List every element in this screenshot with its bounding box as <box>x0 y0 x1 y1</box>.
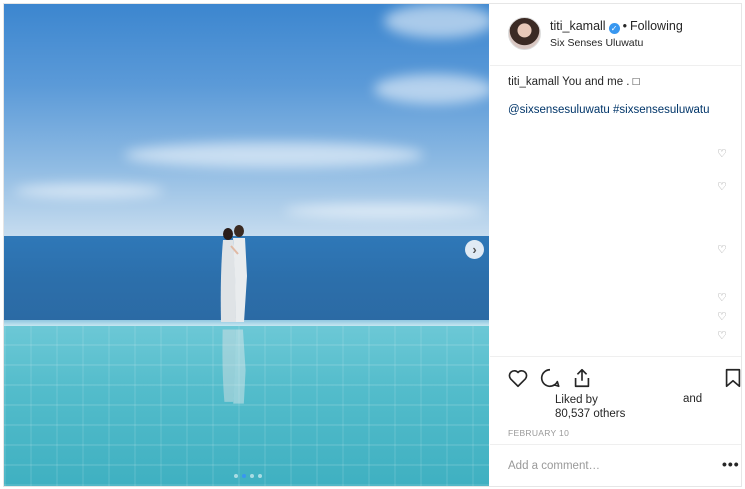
post-caption: titi_kamall You and me . □ <box>508 76 640 88</box>
bookmark-icon[interactable] <box>722 367 744 389</box>
comment-input[interactable]: Add a comment… <box>508 460 600 472</box>
likes-count-link[interactable]: 80,537 others <box>555 407 625 421</box>
more-options-button[interactable]: ••• <box>722 456 740 472</box>
caption-tags[interactable]: @sixsensesuluwatu #sixsensesuluwatu <box>508 104 710 116</box>
couple-reflection <box>222 329 246 404</box>
comment-like-heart-icon[interactable]: ♡ <box>717 312 727 323</box>
post-panel: titi_kamall ✓ • Following Six Senses Uluwat… <box>490 4 741 486</box>
comment-bar: Add a comment… ••• <box>490 444 741 486</box>
avatar[interactable] <box>508 17 541 50</box>
action-bar <box>490 356 741 396</box>
comment-like-heart-icon[interactable]: ♡ <box>717 182 727 193</box>
following-button[interactable]: Following <box>630 19 683 33</box>
likes-summary: Liked by 80,537 others <box>555 393 625 421</box>
comment-like-heart-icon[interactable]: ♡ <box>717 331 727 342</box>
carousel-dots <box>234 474 262 478</box>
comment-icon[interactable] <box>539 367 561 389</box>
caption-username[interactable]: titi_kamall <box>508 76 559 88</box>
photo-cloud <box>284 204 484 218</box>
post-header: titi_kamall ✓ • Following Six Senses Uluwat… <box>490 4 741 66</box>
caption-text: You and me . □ <box>562 76 640 88</box>
post-date[interactable]: FEBRUARY 10 <box>508 428 569 438</box>
carousel-dot <box>250 474 254 478</box>
heart-icon[interactable] <box>507 367 529 389</box>
photo-cloud <box>374 74 489 104</box>
carousel-dot <box>242 474 246 478</box>
carousel-next-button[interactable]: › <box>465 240 484 259</box>
location-link[interactable]: Six Senses Uluwatu <box>550 37 643 49</box>
username-link[interactable]: titi_kamall <box>550 19 606 33</box>
liked-and-label: and <box>683 393 703 405</box>
verified-badge-icon: ✓ <box>608 23 620 34</box>
comment-like-heart-icon[interactable]: ♡ <box>717 149 727 160</box>
comment-like-heart-icon[interactable]: ♡ <box>717 293 727 304</box>
post-author: titi_kamall ✓ • Following <box>550 19 683 34</box>
post-photo[interactable]: › <box>4 4 489 486</box>
chevron-right-icon: › <box>472 242 477 257</box>
carousel-dot <box>234 474 238 478</box>
comment-like-heart-icon[interactable]: ♡ <box>717 245 727 256</box>
photo-cloud <box>124 142 424 168</box>
couple-figure <box>220 225 247 322</box>
photo-cloud <box>14 184 164 198</box>
liked-by-label: Liked by <box>555 394 598 406</box>
share-icon[interactable] <box>571 367 593 389</box>
photo-sky <box>4 4 489 236</box>
photo-cloud <box>384 4 489 38</box>
separator-bullet: • <box>622 19 627 33</box>
carousel-dot <box>258 474 262 478</box>
